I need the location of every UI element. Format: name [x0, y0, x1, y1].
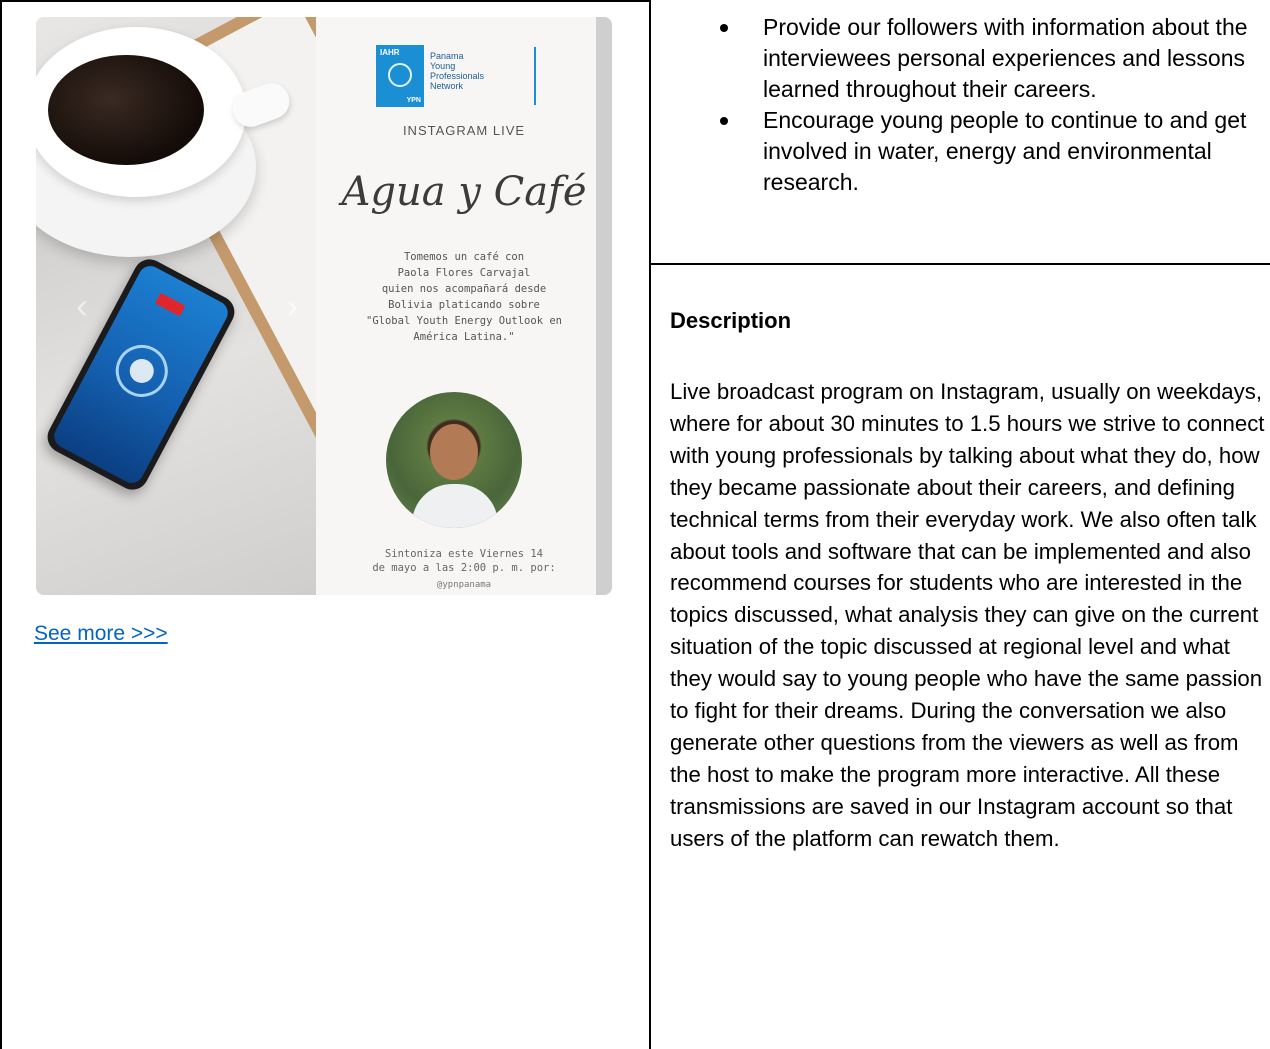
globe-icon — [388, 63, 412, 87]
description-heading: Description — [670, 308, 792, 333]
carousel-prev-icon[interactable]: ‹ — [76, 285, 88, 327]
flyer-handle: @ypnpanama — [436, 580, 492, 590]
list-item: Provide our followers with information a… — [670, 12, 1262, 105]
logo-ypn: YPN — [406, 97, 421, 104]
smartphone — [41, 253, 241, 496]
goals-list: Provide our followers with information a… — [670, 12, 1262, 198]
event-flyer: IAHR YPN Panama Young Professionals Netw… — [286, 17, 612, 595]
instagram-live-label: INSTAGRAM LIVE — [402, 123, 526, 138]
live-badge — [155, 292, 186, 317]
flyer-date: Sintoniza este Viernes 14 de mayo a las … — [372, 548, 556, 574]
ypn-logo: IAHR YPN — [376, 45, 424, 107]
coffee-phone-photo: ‹ — [36, 17, 545, 595]
carousel-next-icon[interactable]: › — [286, 285, 298, 327]
coffee — [48, 55, 204, 165]
description-body: Live broadcast program on Instagram, usu… — [670, 379, 1265, 851]
list-item: Encourage young people to continue to an… — [670, 105, 1262, 198]
see-more-link[interactable]: See more >>> — [34, 622, 168, 646]
logo-text: Panama Young Professionals Network — [430, 51, 485, 91]
flyer-title: Agua y Café — [341, 169, 587, 215]
post-scrollbar[interactable] — [596, 17, 612, 595]
coffee-cup — [36, 27, 246, 197]
logo-divider — [534, 47, 536, 105]
flyer-body: Tomemos un café con Paola Flores Carvaja… — [366, 251, 562, 343]
instagram-post-image[interactable]: ‹ IAHR YPN Panama Young Professionals Ne… — [36, 17, 612, 595]
guest-portrait — [386, 392, 522, 528]
logo-iahr: IAHR — [380, 48, 400, 57]
left-cell: ‹ IAHR YPN Panama Young Professionals Ne… — [0, 0, 650, 1049]
